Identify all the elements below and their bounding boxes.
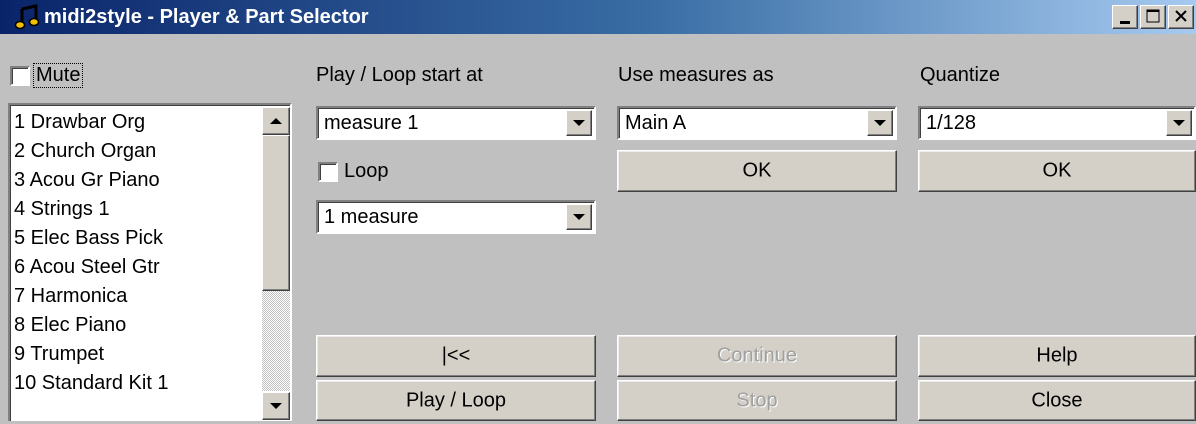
loop-length-value: 1 measure xyxy=(324,206,419,228)
continue-button[interactable]: Continue xyxy=(617,335,897,377)
player-part-selector-window: midi2style - Player & Part Selector Mute… xyxy=(0,0,1196,421)
title-bar[interactable]: midi2style - Player & Part Selector xyxy=(0,0,1196,34)
continue-label: Continue xyxy=(716,344,798,367)
list-item[interactable]: 9 Trumpet xyxy=(14,341,104,367)
measures-ok-label: OK xyxy=(742,159,772,182)
list-item[interactable]: 5 Elec Bass Pick xyxy=(14,225,163,251)
start-measure-dropdown-button[interactable] xyxy=(566,110,592,136)
use-measures-label: Use measures as xyxy=(618,64,774,86)
loop-length-dropdown-button[interactable] xyxy=(566,204,592,230)
list-item[interactable]: 4 Strings 1 xyxy=(14,196,110,222)
loop-label: Loop xyxy=(344,160,389,182)
play-loop-label: Play / Loop xyxy=(405,389,507,411)
loop-length-select[interactable]: 1 measure xyxy=(316,200,596,234)
help-button[interactable]: Help xyxy=(918,335,1196,377)
minimize-icon xyxy=(1120,21,1130,24)
close-icon xyxy=(1175,10,1187,22)
mute-checkbox[interactable] xyxy=(10,66,30,86)
music-note-icon xyxy=(14,4,40,30)
minimize-button[interactable] xyxy=(1112,5,1138,29)
parts-listbox[interactable]: 1 Drawbar Org 2 Church Organ 3 Acou Gr P… xyxy=(8,103,292,421)
quantize-ok-label: OK xyxy=(1042,159,1072,182)
scroll-up-button[interactable] xyxy=(262,107,290,135)
maximize-button[interactable] xyxy=(1140,5,1166,29)
play-loop-button[interactable]: Play / Loop xyxy=(316,380,596,421)
list-item[interactable]: 2 Church Organ xyxy=(14,138,156,164)
start-measure-value: measure 1 xyxy=(324,112,419,134)
measures-ok-button[interactable]: OK xyxy=(617,150,897,192)
stop-button[interactable]: Stop xyxy=(617,380,897,421)
list-item[interactable]: 3 Acou Gr Piano xyxy=(14,167,160,193)
close-label: Close xyxy=(1031,389,1083,411)
list-item[interactable]: 6 Acou Steel Gtr xyxy=(14,254,160,280)
help-label: Help xyxy=(1036,344,1078,367)
rewind-button[interactable]: |<< xyxy=(316,335,596,377)
quantize-select[interactable]: 1/128 xyxy=(918,106,1196,140)
quantize-value: 1/128 xyxy=(926,112,977,134)
quantize-ok-button[interactable]: OK xyxy=(918,150,1196,192)
list-item[interactable]: 10 Standard Kit 1 xyxy=(14,370,169,396)
list-item[interactable]: 8 Elec Piano xyxy=(14,312,126,338)
scroll-down-button[interactable] xyxy=(262,392,290,420)
measures-role-select[interactable]: Main A xyxy=(617,106,897,140)
chevron-down-icon xyxy=(573,214,585,220)
chevron-down-icon xyxy=(874,120,886,126)
stop-label: Stop xyxy=(736,389,778,411)
close-window-button[interactable] xyxy=(1168,5,1194,29)
chevron-down-icon xyxy=(573,120,585,126)
rewind-label: |<< xyxy=(441,344,471,367)
maximize-icon xyxy=(1146,9,1160,23)
scrollbar-thumb[interactable] xyxy=(262,135,290,291)
arrow-up-icon xyxy=(270,118,282,124)
list-item[interactable]: 7 Harmonica xyxy=(14,283,127,309)
quantize-dropdown-button[interactable] xyxy=(1166,110,1192,136)
mute-label: Mute xyxy=(32,63,84,88)
chevron-down-icon xyxy=(1173,120,1185,126)
start-measure-select[interactable]: measure 1 xyxy=(316,106,596,140)
loop-checkbox[interactable] xyxy=(318,162,338,182)
list-item[interactable]: 1 Drawbar Org xyxy=(14,109,145,135)
close-button[interactable]: Close xyxy=(918,380,1196,421)
quantize-label: Quantize xyxy=(920,64,1001,86)
window-title: midi2style - Player & Part Selector xyxy=(44,6,369,28)
arrow-down-icon xyxy=(270,403,282,409)
play-loop-start-label: Play / Loop start at xyxy=(316,64,483,86)
measures-role-dropdown-button[interactable] xyxy=(867,110,893,136)
measures-role-value: Main A xyxy=(625,112,687,134)
